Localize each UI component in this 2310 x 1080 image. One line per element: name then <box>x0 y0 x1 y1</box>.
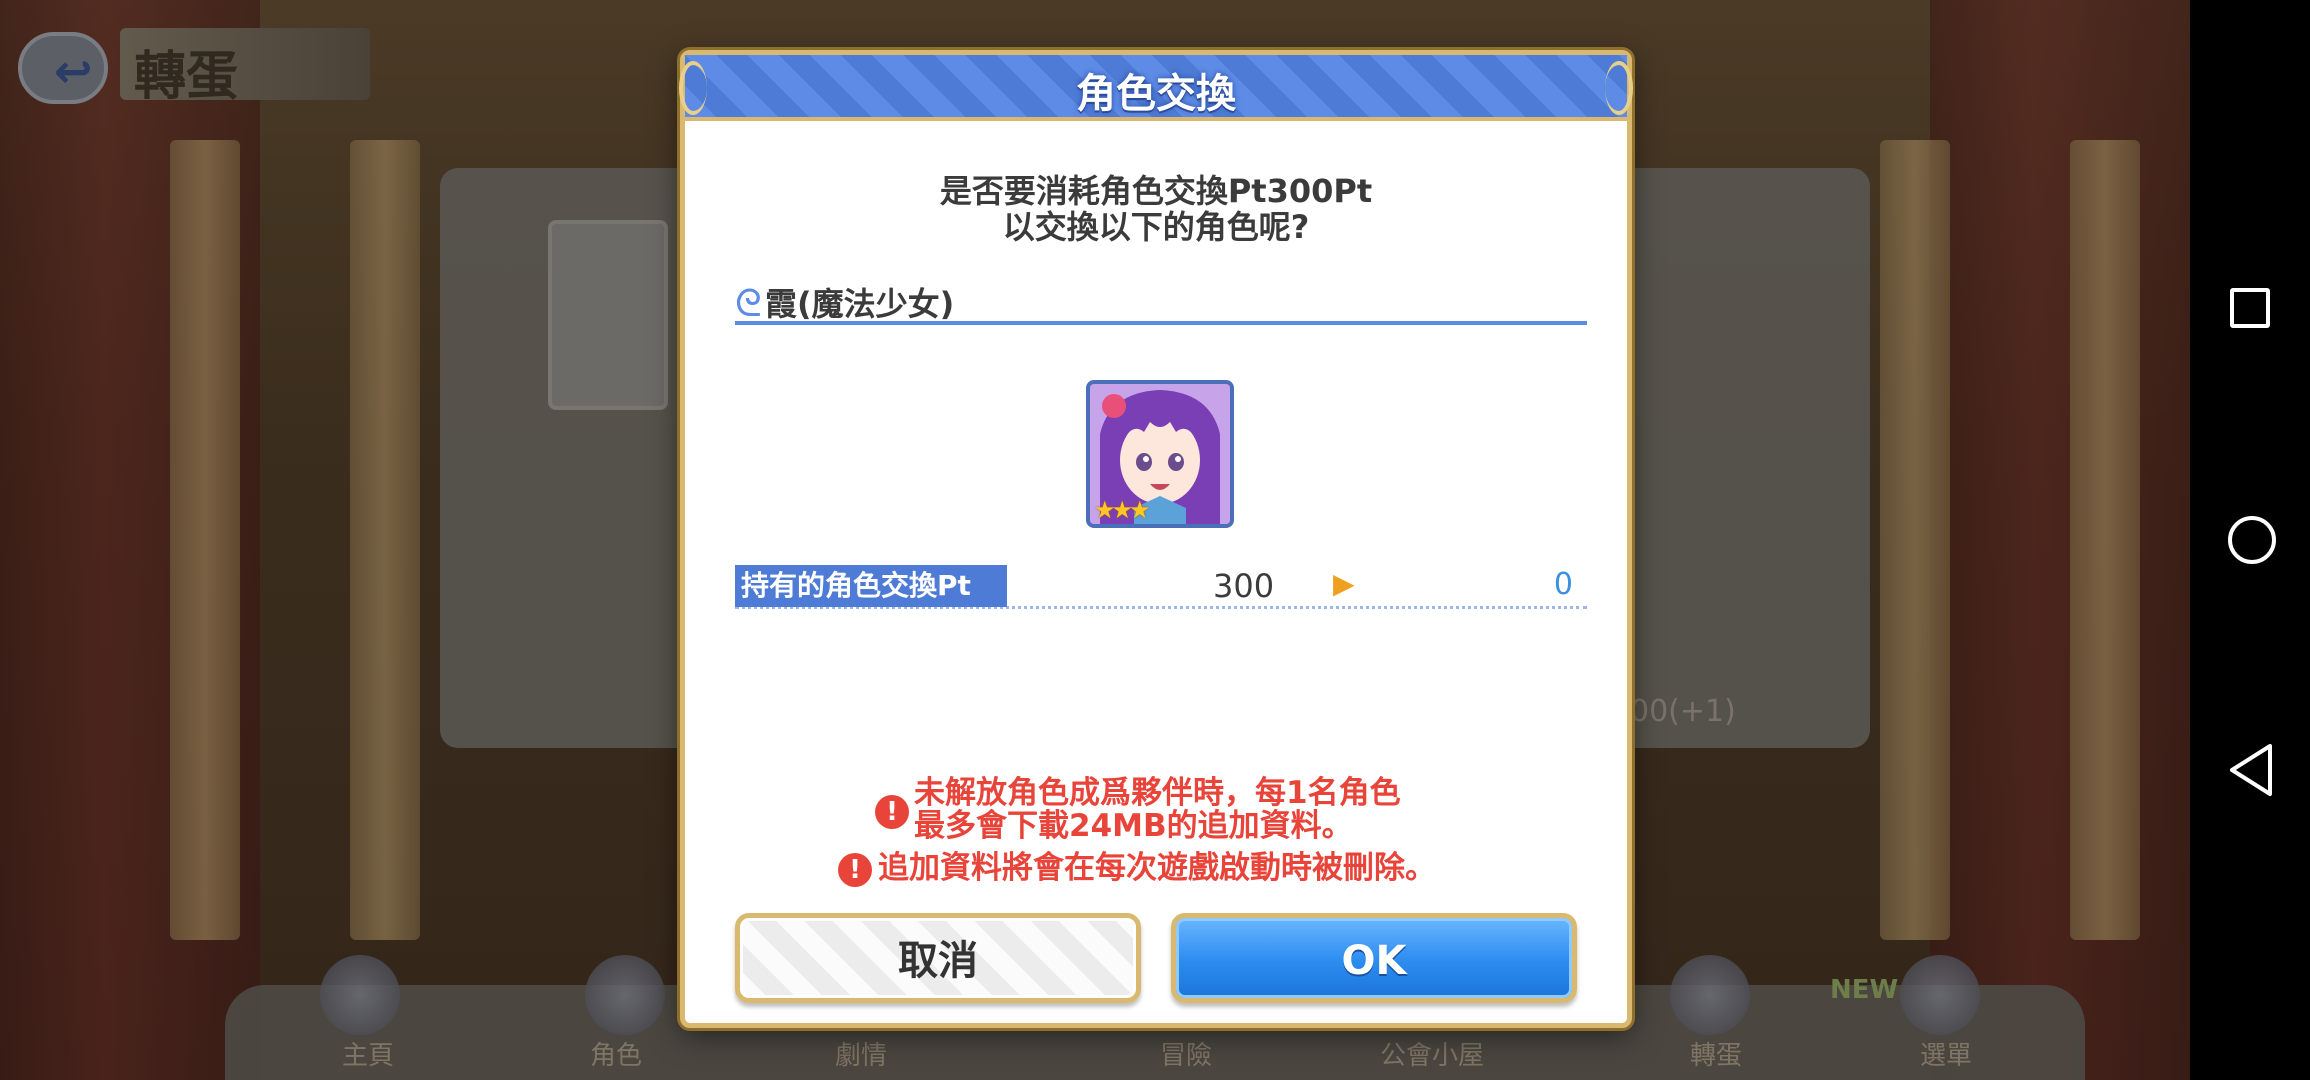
screen-title: 轉蛋 <box>134 47 239 107</box>
back-triangle-icon[interactable] <box>2226 742 2276 798</box>
nav-item-guild-house[interactable]: 公會小屋 <box>1380 1035 1484 1072</box>
warning-icon: ! <box>875 795 909 829</box>
dialog-header: 角色交換 <box>679 55 1633 121</box>
name-ornament-icon: ᘓ <box>735 281 762 325</box>
points-after: 0 <box>1553 567 1573 602</box>
nav-item-adventure[interactable]: 冒險 <box>1160 1035 1212 1072</box>
dialog-title: 角色交換 <box>1076 71 1236 117</box>
nav-item-story[interactable]: 劇情 <box>835 1035 887 1072</box>
confirm-prompt: 是否要消耗角色交換Pt300Pt 以交換以下的角色呢? <box>685 173 1627 245</box>
screen-title-bar: 轉蛋 <box>120 28 370 107</box>
nav-character-icon[interactable] <box>585 955 665 1035</box>
nav-item-gacha[interactable]: 轉蛋 <box>1690 1035 1742 1072</box>
character-name: 霞(魔法少女) <box>765 285 955 323</box>
new-badge: NEW <box>1830 975 1899 1005</box>
arrow-right-icon: ▶ <box>1333 567 1355 600</box>
points-current: 300 <box>1213 567 1275 605</box>
right-curtain <box>1930 0 2190 1080</box>
character-name-row: ᘓ 霞(魔法少女) <box>735 277 1587 325</box>
pillar <box>2070 140 2140 940</box>
pillar <box>170 140 240 940</box>
character-exchange-dialog: 角色交換 是否要消耗角色交換Pt300Pt 以交換以下的角色呢? ᘓ 霞(魔法少… <box>679 50 1633 1028</box>
download-warning: 未解放角色成爲夥伴時，每1名角色 最多會下載24MB的追加資料。 <box>914 777 1401 843</box>
gacha-banner-thumb <box>548 220 668 410</box>
delete-warning: 追加資料將會在每次遊戲啟動時被刪除。 <box>878 850 1436 886</box>
ok-button[interactable]: OK <box>1171 913 1577 1003</box>
stage-label: 00(+1) <box>1630 694 1736 729</box>
cancel-button[interactable]: 取消 <box>735 913 1141 1003</box>
back-button[interactable]: ↩ <box>18 32 108 104</box>
prompt-line-2: 以交換以下的角色呢? <box>1002 208 1310 246</box>
nav-home-icon[interactable] <box>320 955 400 1035</box>
nav-item-menu[interactable]: 選單 <box>1920 1035 1972 1072</box>
nav-item-character[interactable]: 角色 <box>590 1035 642 1072</box>
pillar <box>350 140 420 940</box>
rarity-stars: ★★★ <box>1094 496 1151 524</box>
exchange-points-row: 持有的角色交換Pt 300 ▶ 0 <box>735 565 1587 609</box>
nav-gacha-icon[interactable] <box>1670 955 1750 1035</box>
nav-menu-icon[interactable] <box>1900 955 1980 1035</box>
prompt-line-1: 是否要消耗角色交換Pt300Pt <box>939 172 1373 210</box>
back-arrow-icon: ↩ <box>54 44 93 98</box>
home-circle-icon[interactable] <box>2228 516 2276 564</box>
points-label: 持有的角色交換Pt <box>735 565 1007 607</box>
warning-icon: ! <box>838 853 872 887</box>
nav-item-home[interactable]: 主頁 <box>342 1035 394 1072</box>
download-warning-line-2: 最多會下載24MB的追加資料。 <box>914 808 1353 844</box>
download-warning-line-1: 未解放角色成爲夥伴時，每1名角色 <box>914 775 1401 811</box>
pillar <box>1880 140 1950 940</box>
character-portrait: ★★★ <box>1086 380 1234 528</box>
recents-square-icon[interactable] <box>2230 288 2270 328</box>
